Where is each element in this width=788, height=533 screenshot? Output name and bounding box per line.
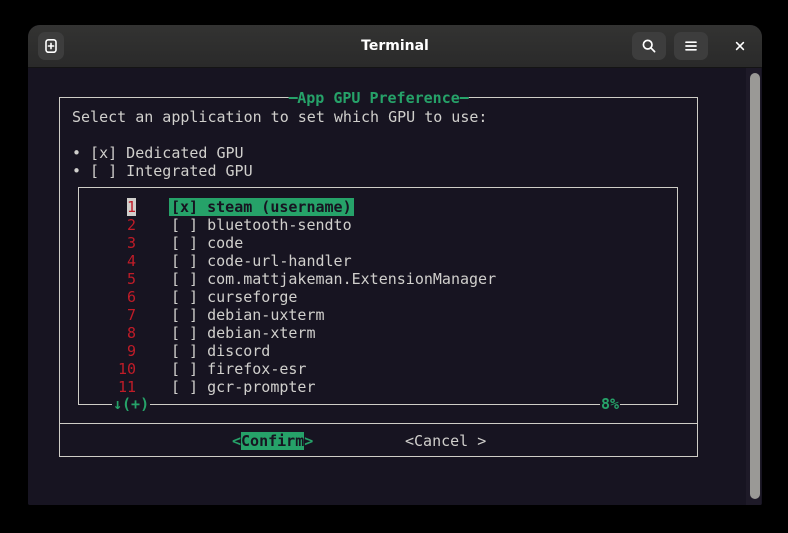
- list-item[interactable]: 8 [ ] debian-xterm: [79, 324, 677, 342]
- item-entry: [ ] gcr-prompter: [171, 378, 316, 396]
- confirm-label: Confirm: [241, 432, 305, 450]
- list-item[interactable]: 7 [ ] debian-uxterm: [79, 306, 677, 324]
- list-item[interactable]: 9 [ ] discord: [79, 342, 677, 360]
- cancel-close-bracket: >: [477, 432, 487, 450]
- list-item[interactable]: 4 [ ] code-url-handler: [79, 252, 677, 270]
- terminal-screen[interactable]: App GPU Preference Select an application…: [28, 68, 762, 505]
- item-number: 11: [117, 378, 136, 396]
- confirm-button[interactable]: <Confirm>: [232, 432, 313, 450]
- list-item[interactable]: 5 [ ] com.mattjakeman.ExtensionManager: [79, 270, 677, 288]
- app-list: 1 [x] steam (username) 2 [ ] bluetooth-s…: [78, 187, 678, 414]
- button-row-separator: [59, 423, 698, 424]
- title-dash-left: [288, 96, 298, 99]
- new-tab-button[interactable]: [38, 32, 64, 60]
- item-number: 7: [126, 306, 136, 324]
- item-entry: [ ] curseforge: [171, 288, 298, 306]
- item-number: 10: [117, 360, 136, 378]
- hamburger-menu-icon: [683, 38, 699, 54]
- dialog-prompt: Select an application to set which GPU t…: [72, 108, 488, 126]
- dialog-title-bar: App GPU Preference: [288, 88, 469, 107]
- dialog-title: App GPU Preference: [297, 88, 460, 107]
- search-button[interactable]: [632, 32, 666, 60]
- title-dash-right: [459, 96, 469, 99]
- item-entry: [ ] code: [171, 234, 244, 252]
- list-item[interactable]: 2 [ ] bluetooth-sendto: [79, 216, 677, 234]
- item-entry: [ ] com.mattjakeman.ExtensionManager: [171, 270, 497, 288]
- cancel-label: Cancel: [414, 432, 478, 450]
- close-button[interactable]: [726, 32, 754, 60]
- item-number: 5: [126, 270, 136, 288]
- gpu-preference-dialog: App GPU Preference Select an application…: [59, 88, 698, 457]
- list-item[interactable]: 11 [ ] gcr-prompter: [79, 378, 677, 396]
- item-entry: [ ] firefox-esr: [171, 360, 307, 378]
- item-entry: [ ] code-url-handler: [171, 252, 352, 270]
- item-entry: [ ] bluetooth-sendto: [171, 216, 352, 234]
- menu-button[interactable]: [674, 32, 708, 60]
- item-entry: [x] steam (username): [169, 198, 354, 216]
- item-number: 1: [126, 198, 136, 216]
- gpu-option-integrated: • [ ] Integrated GPU: [72, 162, 253, 180]
- search-icon: [641, 38, 657, 54]
- list-item[interactable]: 10 [ ] firefox-esr: [79, 360, 677, 378]
- cancel-button[interactable]: <Cancel >: [405, 432, 486, 450]
- item-number: 4: [126, 252, 136, 270]
- cancel-open-bracket: <: [405, 432, 415, 450]
- gpu-option-dedicated: • [x] Dedicated GPU: [72, 144, 244, 162]
- titlebar: Terminal: [28, 25, 762, 68]
- confirm-open-bracket: <: [232, 432, 242, 450]
- close-icon: [733, 39, 747, 53]
- item-entry: [ ] debian-xterm: [171, 324, 316, 342]
- scroll-percent: 8%: [600, 395, 621, 414]
- item-entry: [ ] discord: [171, 342, 271, 360]
- item-number: 9: [126, 342, 136, 360]
- item-entry: [ ] debian-uxterm: [171, 306, 325, 324]
- item-number: 8: [126, 324, 136, 342]
- list-item[interactable]: 6 [ ] curseforge: [79, 288, 677, 306]
- list-item[interactable]: 3 [ ] code: [79, 234, 677, 252]
- terminal-window: Terminal App GPU Preference Select an ap…: [28, 25, 762, 505]
- item-number: 2: [126, 216, 136, 234]
- item-number: 6: [126, 288, 136, 306]
- scroll-more-indicator: ↓(+): [112, 395, 151, 414]
- item-number: 3: [126, 234, 136, 252]
- list-item[interactable]: 1 [x] steam (username): [79, 198, 677, 216]
- scrollbar-thumb[interactable]: [750, 73, 760, 499]
- confirm-close-bracket: >: [304, 432, 314, 450]
- new-tab-icon: [43, 38, 59, 54]
